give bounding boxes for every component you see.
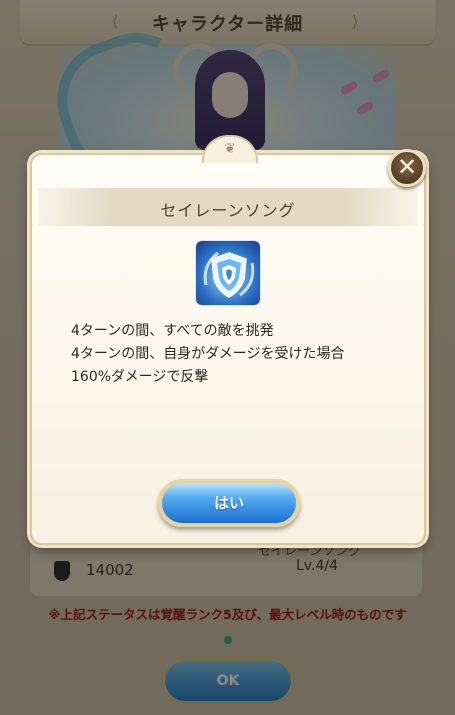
close-icon: ✕ (396, 153, 418, 181)
shield-icon-graphic (203, 251, 255, 298)
description-line: 4ターンの間、自身がダメージを受けた場合 (71, 346, 345, 362)
ornament-icon: ❦ (224, 141, 236, 157)
confirm-button[interactable]: はい (158, 479, 300, 527)
description-line: 160%ダメージで反撃 (71, 369, 209, 385)
dialog-title: セイレーンソング (160, 201, 296, 220)
description-line: 4ターンの間、すべての敵を挑発 (71, 323, 274, 339)
close-button[interactable]: ✕ (388, 149, 426, 187)
shield-icon (195, 240, 261, 306)
skill-description: 4ターンの間、すべての敵を挑発 4ターンの間、自身がダメージを受けた場合 160… (71, 320, 411, 389)
